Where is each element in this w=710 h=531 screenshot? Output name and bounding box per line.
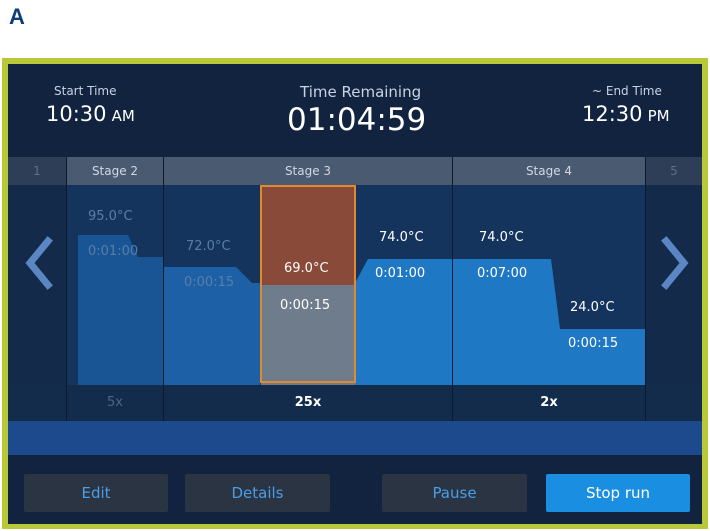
divider — [645, 157, 646, 421]
pause-button[interactable]: Pause — [382, 474, 527, 512]
step-time[interactable]: 0:00:15 — [184, 275, 234, 290]
stage-4-cycles: 2x — [540, 395, 558, 410]
start-time-unit: AM — [111, 107, 135, 125]
end-time-label: ~ End Time — [592, 84, 662, 98]
stage-5-tab[interactable]: 5 — [646, 157, 702, 185]
edit-button[interactable]: Edit — [24, 474, 168, 512]
end-time-unit: PM — [647, 107, 670, 125]
start-time-value: 10:30 AM — [46, 102, 135, 126]
step-time[interactable]: 0:00:15 — [280, 298, 330, 313]
start-time: 10:30 — [46, 102, 107, 126]
chevron-right-icon[interactable] — [656, 233, 692, 293]
time-remaining-label: Time Remaining — [300, 83, 422, 101]
stage-1-tab[interactable]: 1 — [8, 157, 66, 185]
stage-header-row: 1 Stage 2 Stage 3 Stage 4 5 — [8, 157, 702, 185]
step-time[interactable]: 0:01:00 — [88, 244, 138, 259]
stage-2-tab[interactable]: Stage 2 — [67, 157, 163, 185]
divider — [66, 157, 67, 421]
stage-4-tab[interactable]: Stage 4 — [453, 157, 645, 185]
stop-run-button[interactable]: Stop run — [546, 474, 690, 512]
start-time-label: Start Time — [54, 84, 117, 98]
step-temp[interactable]: 72.0°C — [186, 239, 231, 254]
end-time-value: 12:30 PM — [582, 102, 670, 126]
step-time[interactable]: 0:00:15 — [568, 336, 618, 351]
step-time[interactable]: 0:07:00 — [477, 266, 527, 281]
divider — [163, 157, 164, 421]
time-remaining-value: 01:04:59 — [287, 102, 427, 138]
progress-band — [8, 421, 702, 455]
cycle-count-row: 5x 25x 2x — [8, 385, 702, 421]
step-temp[interactable]: 69.0°C — [284, 261, 329, 276]
stage-3-tab[interactable]: Stage 3 — [164, 157, 452, 185]
step-temp[interactable]: 24.0°C — [570, 300, 615, 315]
chevron-left-icon[interactable] — [22, 233, 58, 293]
stage-2-cycles: 5x — [107, 395, 123, 410]
instrument-screen: Start Time 10:30 AM Time Remaining 01:04… — [8, 64, 702, 524]
step-temp[interactable]: 95.0°C — [88, 209, 133, 224]
step-temp[interactable]: 74.0°C — [479, 230, 524, 245]
step-temp[interactable]: 74.0°C — [379, 230, 424, 245]
end-time: 12:30 — [582, 102, 643, 126]
stage-3-cycles: 25x — [294, 395, 322, 410]
step-time[interactable]: 0:01:00 — [375, 266, 425, 281]
panel-label: A — [9, 4, 25, 29]
thermal-profile-plot: 95.0°C 0:01:00 72.0°C 0:00:15 69.0°C 0:0… — [8, 185, 702, 385]
divider — [452, 157, 453, 421]
details-button[interactable]: Details — [185, 474, 330, 512]
